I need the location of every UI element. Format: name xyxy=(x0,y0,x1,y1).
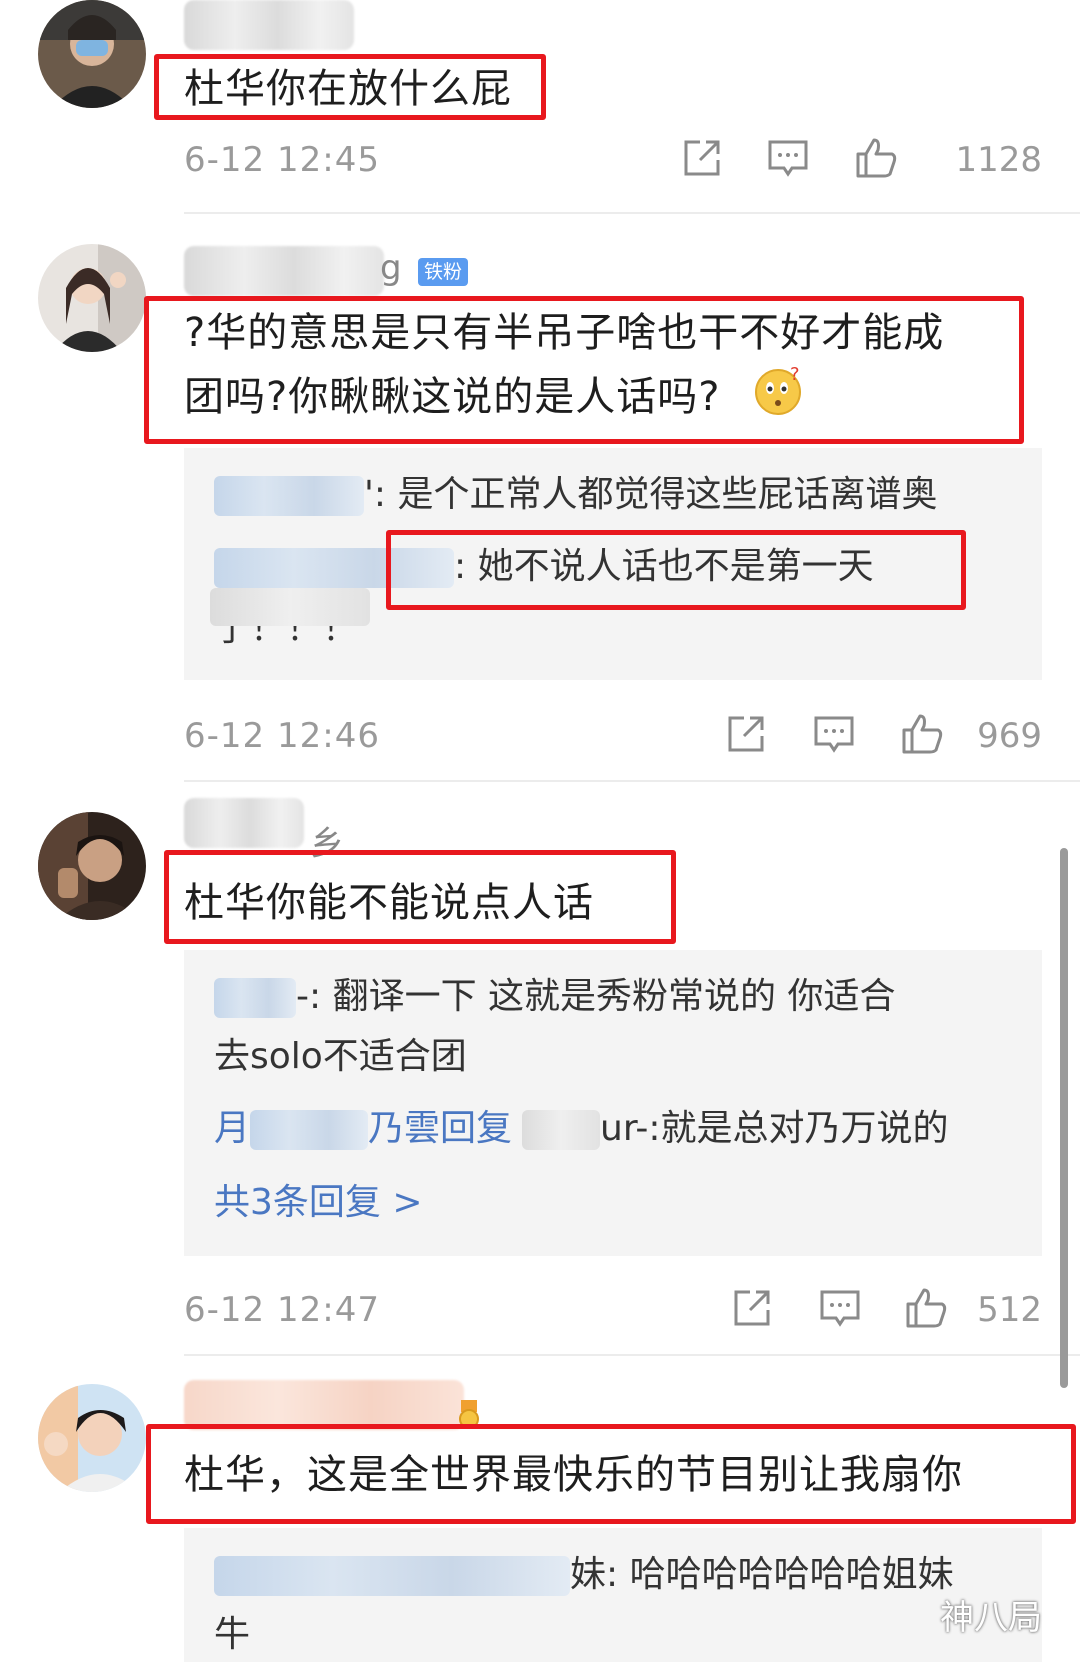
reply-box: -: 翻译一下 这就是秀粉常说的 你适合 去solo不适合团 月 乃雲回复 ur-:… xyxy=(184,950,1042,1256)
highlight-box xyxy=(144,296,1024,444)
like-count: 969 xyxy=(977,716,1042,756)
like-icon[interactable] xyxy=(854,136,898,180)
comment-meta: 6-12 12:47 512 xyxy=(184,1286,1042,1336)
username-blurred[interactable] xyxy=(184,1380,464,1430)
reply-text: 妹: 哈哈哈哈哈哈哈姐妹 xyxy=(570,1554,954,1595)
highlight-box xyxy=(154,54,546,120)
reply-text: ur-:就是总对乃万说的 xyxy=(600,1108,949,1149)
comment-icon[interactable] xyxy=(766,136,810,180)
more-replies-link[interactable]: 共3条回复 > xyxy=(214,1178,423,1228)
reply-text: 去solo不适合团 xyxy=(214,1036,467,1077)
reply-line-cont: 牛 xyxy=(214,1610,250,1660)
divider xyxy=(184,212,1080,214)
like-icon[interactable] xyxy=(904,1286,948,1330)
reply-text: ': 是个正常人都觉得这些屁话离谱奥 xyxy=(364,474,938,515)
comment-meta: 6-12 12:45 1128 xyxy=(184,136,1042,186)
scrollbar[interactable] xyxy=(1060,848,1068,1388)
avatar[interactable] xyxy=(38,1384,146,1492)
reply-username-blurred[interactable] xyxy=(214,978,296,1018)
reply-box: 妹: 哈哈哈哈哈哈哈姐妹 牛 xyxy=(184,1528,1042,1662)
reply-line[interactable]: 妹: 哈哈哈哈哈哈哈姐妹 xyxy=(214,1550,954,1600)
comment-icon[interactable] xyxy=(812,712,856,756)
like-icon[interactable] xyxy=(900,712,944,756)
username-blurred[interactable] xyxy=(184,246,384,296)
reply-line[interactable]: -: 翻译一下 这就是秀粉常说的 你适合 xyxy=(214,972,895,1022)
timestamp: 6-12 12:45 xyxy=(184,140,380,180)
share-icon[interactable] xyxy=(724,712,768,756)
reply-username-blurred[interactable] xyxy=(522,1110,601,1150)
timestamp: 6-12 12:47 xyxy=(184,1290,380,1330)
reply-username-blurred[interactable] xyxy=(250,1110,369,1150)
avatar[interactable] xyxy=(38,244,146,352)
reply-username-blurred[interactable] xyxy=(214,1556,570,1596)
avatar[interactable] xyxy=(38,812,146,920)
reply-line[interactable]: ': 是个正常人都觉得这些屁话离谱奥 xyxy=(214,470,937,520)
blurred-area xyxy=(210,588,370,626)
watermark: 神八局 xyxy=(940,1598,1042,1638)
like-count: 512 xyxy=(977,1290,1042,1330)
username-blurred[interactable] xyxy=(184,798,304,848)
reply-username[interactable]: 乃雲回复 xyxy=(368,1108,512,1149)
reply-text: 牛 xyxy=(214,1614,251,1655)
reply-username[interactable]: 月 xyxy=(214,1108,250,1149)
username-tail: g xyxy=(380,248,402,288)
divider xyxy=(184,1354,1080,1356)
highlight-box xyxy=(146,1424,1076,1524)
share-icon[interactable] xyxy=(680,136,724,180)
avatar[interactable] xyxy=(38,0,146,108)
comment-icon[interactable] xyxy=(818,1286,862,1330)
divider xyxy=(184,780,1080,782)
timestamp: 6-12 12:46 xyxy=(184,716,380,756)
share-icon[interactable] xyxy=(730,1286,774,1330)
username-blurred[interactable] xyxy=(184,0,354,50)
highlight-box xyxy=(164,850,676,944)
highlight-box xyxy=(386,530,966,610)
reply-line[interactable]: 月 乃雲回复 ur-:就是总对乃万说的 xyxy=(214,1104,948,1154)
reply-username-blurred[interactable] xyxy=(214,476,364,516)
reply-line-cont: 去solo不适合团 xyxy=(214,1032,467,1082)
like-count: 1128 xyxy=(955,140,1042,180)
comment-meta: 6-12 12:46 969 xyxy=(184,712,1042,762)
reply-text: -: 翻译一下 这就是秀粉常说的 你适合 xyxy=(296,976,896,1017)
fan-badge: 铁粉 xyxy=(418,258,469,286)
